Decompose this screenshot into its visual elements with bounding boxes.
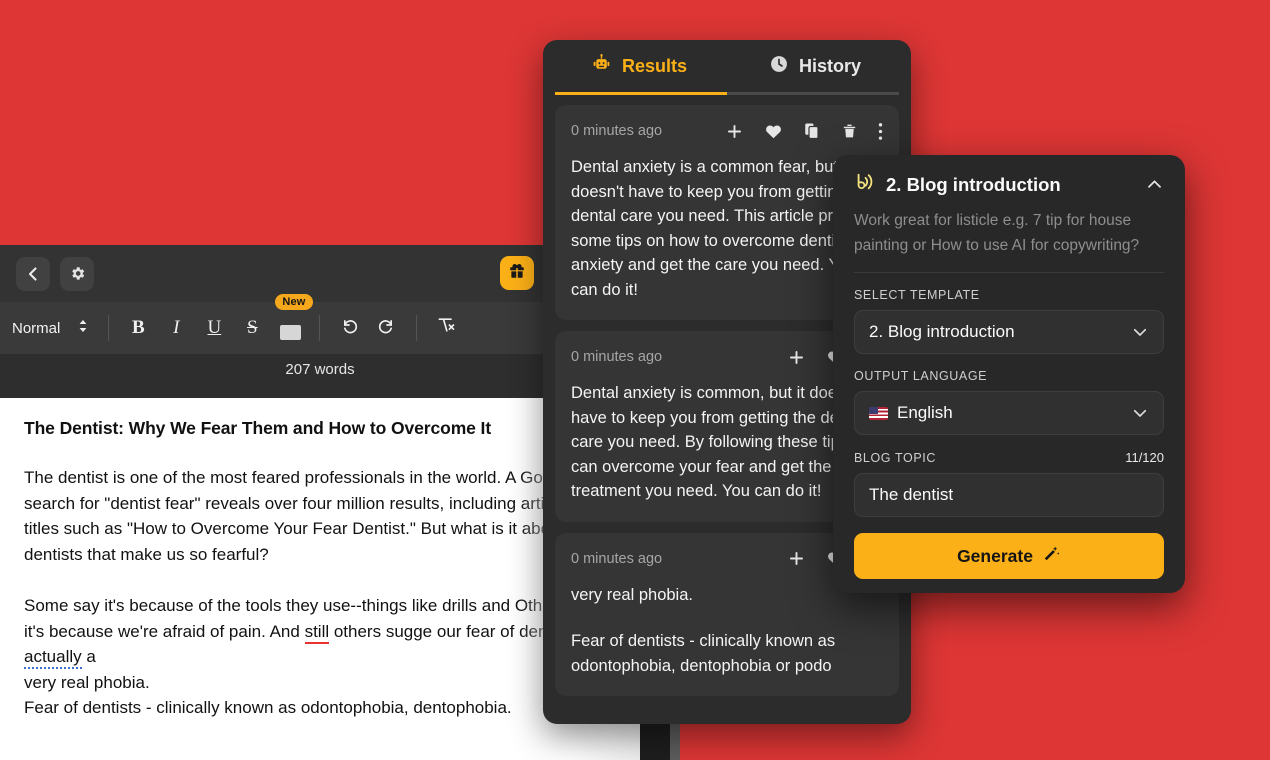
new-badge: New	[275, 294, 313, 310]
undo-icon	[339, 315, 359, 341]
results-tabs: Results History	[543, 40, 911, 92]
us-flag-icon	[869, 406, 888, 420]
trash-icon[interactable]	[841, 122, 858, 140]
bold-label: B	[132, 317, 145, 338]
updown-chevron-icon	[78, 318, 88, 338]
magic-wand-icon	[1042, 544, 1061, 568]
template-popover: 2. Blog introduction Work great for list…	[833, 155, 1185, 593]
strike-label: S	[247, 317, 258, 338]
output-language-value: English	[897, 403, 953, 422]
tab-indicator	[555, 92, 899, 95]
redo-icon	[377, 315, 397, 341]
blog-wave-icon	[854, 171, 876, 198]
plus-icon[interactable]	[787, 348, 806, 367]
redo-button[interactable]	[368, 311, 406, 345]
strikethrough-button[interactable]: S	[233, 311, 271, 345]
document-paragraph-2: Some say it's because of the tools they …	[24, 593, 616, 721]
result-card-header: 0 minutes ago	[571, 119, 883, 143]
template-header: 2. Blog introduction	[854, 171, 1164, 198]
output-language-dropdown[interactable]: English	[854, 391, 1164, 435]
highlight-button[interactable]: New	[271, 294, 313, 345]
template-title: 2. Blog introduction	[886, 173, 1061, 195]
plus-icon[interactable]	[787, 549, 806, 568]
select-template-label: SELECT TEMPLATE	[854, 288, 1164, 302]
tab-history-label: History	[798, 55, 861, 76]
clock-icon	[769, 54, 789, 79]
bold-button[interactable]: B	[119, 311, 157, 345]
select-template-value: 2. Blog introduction	[869, 322, 1015, 341]
result-timestamp: 0 minutes ago	[571, 123, 663, 139]
gift-icon	[508, 262, 526, 285]
back-button[interactable]	[16, 256, 50, 291]
italic-button[interactable]: I	[157, 311, 195, 345]
settings-button[interactable]	[60, 256, 94, 291]
more-vertical-icon[interactable]	[878, 122, 883, 141]
gear-icon	[69, 265, 86, 282]
result-card-actions	[725, 122, 883, 141]
toolbar-divider-2	[319, 315, 321, 341]
blog-topic-value: The dentist	[869, 485, 954, 504]
italic-label: I	[173, 317, 180, 338]
clear-formatting-button[interactable]	[427, 311, 465, 345]
spellcheck-error-word[interactable]: still	[304, 621, 330, 644]
chevron-down-icon	[1131, 404, 1149, 422]
output-language-label: OUTPUT LANGUAGE	[854, 369, 1164, 383]
output-language-label-text: OUTPUT LANGUAGE	[854, 369, 988, 383]
template-description: Work great for listicle e.g. 7 tip for h…	[854, 208, 1164, 273]
generate-label: Generate	[957, 545, 1033, 566]
text-style-value: Normal	[12, 319, 61, 337]
result-timestamp: 0 minutes ago	[571, 349, 663, 365]
gift-button[interactable]	[500, 256, 534, 290]
chevron-left-icon	[25, 266, 41, 282]
generate-button[interactable]: Generate	[854, 533, 1164, 579]
toolbar-divider	[108, 315, 110, 341]
grammar-hint-word[interactable]: actually	[24, 647, 82, 669]
para2-part-c: a very real phobia. Fear of dentists - c…	[24, 647, 512, 717]
document-title: The Dentist: Why We Fear Them and How to…	[24, 418, 492, 438]
robot-icon	[591, 53, 612, 79]
highlighter-icon	[279, 324, 301, 340]
clear-formatting-icon	[436, 315, 456, 341]
chevron-down-icon	[1131, 323, 1149, 341]
tab-indicator-inactive	[727, 92, 899, 95]
tab-indicator-active	[555, 92, 727, 95]
tab-results-label: Results	[621, 55, 688, 76]
blog-topic-label: BLOG TOPIC 11/120	[854, 450, 1164, 465]
select-template-label-text: SELECT TEMPLATE	[854, 288, 980, 302]
select-template-dropdown[interactable]: 2. Blog introduction	[854, 310, 1164, 354]
blog-topic-counter: 11/120	[1125, 450, 1164, 465]
blog-topic-input[interactable]: The dentist	[854, 473, 1164, 517]
document-paragraph-1: The dentist is one of the most feared pr…	[24, 468, 610, 564]
tab-history[interactable]: History	[727, 40, 903, 92]
tab-results[interactable]: Results	[551, 40, 727, 92]
plus-icon[interactable]	[725, 122, 744, 141]
result-text-continued: Fear of dentists - clinically known as o…	[571, 632, 836, 675]
undo-button[interactable]	[330, 311, 368, 345]
chevron-up-icon[interactable]	[1145, 175, 1164, 194]
toolbar-divider-3	[416, 315, 418, 341]
blog-topic-label-text: BLOG TOPIC	[854, 450, 936, 465]
result-timestamp: 0 minutes ago	[571, 550, 663, 567]
copy-icon[interactable]	[803, 122, 821, 140]
text-style-dropdown[interactable]: Normal	[12, 318, 98, 338]
heart-icon[interactable]	[764, 122, 783, 141]
underline-label: U	[207, 317, 222, 338]
underline-button[interactable]: U	[195, 311, 233, 345]
